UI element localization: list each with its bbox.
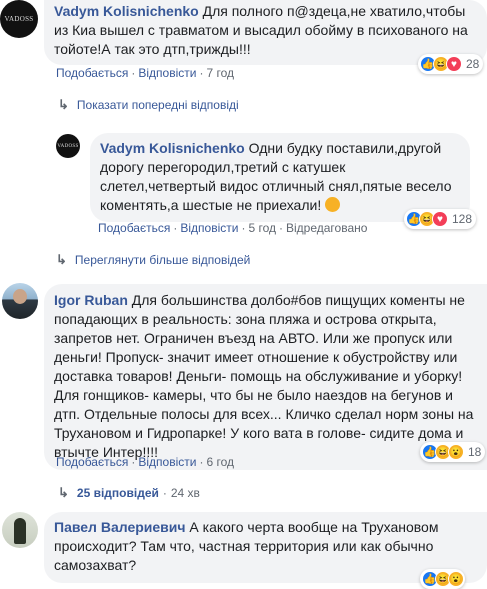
wow-icon: 😮 [448,444,464,460]
comment-actions: Подобається · Відповісти · 7 год [56,66,234,80]
show-previous-label: Показати попередні відповіді [76,98,239,112]
comment-author[interactable]: Павел Валериевич [54,519,186,535]
reply-link[interactable]: Відповісти [180,221,238,235]
view-replies[interactable]: ↳ 25 відповідей · 24 хв [58,485,200,501]
reactions-summary[interactable]: 👍 😆 😮 18 [420,442,486,462]
comment-text: Для большинства долбо#бов пищущих комент… [54,292,474,460]
comment-author[interactable]: Igor Ruban [54,292,128,308]
avatar-figure [14,518,26,544]
reply-arrow-icon: ↳ [58,485,69,500]
avatar-text: VADOSS [4,15,34,23]
comment-author[interactable]: Vadym Kolisnichenko [54,3,199,19]
timestamp[interactable]: 7 год [206,66,234,80]
avatar[interactable]: VADOSS [0,0,38,38]
love-icon: ♥ [446,56,462,72]
wow-icon: 😮 [448,571,464,587]
reactions-summary[interactable]: 👍 😆 ♥ 128 [404,209,477,229]
comment-actions: Подобається · Відповісти · 6 год [56,455,234,469]
timestamp[interactable]: 6 год [206,455,234,469]
comment-author[interactable]: Vadym Kolisnichenko [100,140,245,156]
see-more-label: Переглянути більше відповідей [74,253,251,267]
avatar-face [13,289,27,304]
reply-link[interactable]: Відповісти [138,66,196,80]
reactions-summary[interactable]: 👍 😆 😮 [420,569,465,589]
like-link[interactable]: Подобається [98,221,170,235]
reply-link[interactable]: Відповісти [138,455,196,469]
replies-time: 24 хв [170,486,200,500]
edited-label[interactable]: Відредаговано [286,221,367,235]
comment-actions: Подобається · Відповісти · 5 год · Відредагова… [98,221,368,235]
laughing-emoji-icon [325,197,341,212]
see-more-replies[interactable]: ↳ Переглянути більше відповідей [56,252,250,268]
reaction-count: 28 [466,57,480,71]
reply-arrow-icon: ↳ [58,97,69,112]
reactions-summary[interactable]: 👍 😆 ♥ 28 [418,54,484,74]
reaction-count: 128 [452,212,473,226]
love-icon: ♥ [432,211,448,227]
avatar[interactable] [2,283,38,319]
timestamp[interactable]: 5 год [248,221,276,235]
avatar[interactable]: VADOSS [56,134,80,158]
comment-bubble: Павел Валериевич А какого черта вообще н… [44,512,487,583]
separator-dot: · [162,486,167,500]
reply-arrow-icon: ↳ [56,252,67,267]
avatar[interactable] [2,512,38,548]
show-previous-replies[interactable]: ↳ Показати попередні відповіді [58,97,239,113]
comment-bubble: Vadym Kolisnichenko Для полного п@здеца,… [44,0,487,65]
like-link[interactable]: Подобається [56,66,128,80]
replies-count: 25 відповідей [76,486,159,500]
comment-bubble: Igor Ruban Для большинства долбо#бов пищ… [44,284,487,470]
avatar-text: VADOSS [57,143,79,149]
like-link[interactable]: Подобається [56,455,128,469]
reaction-count: 18 [468,445,482,459]
